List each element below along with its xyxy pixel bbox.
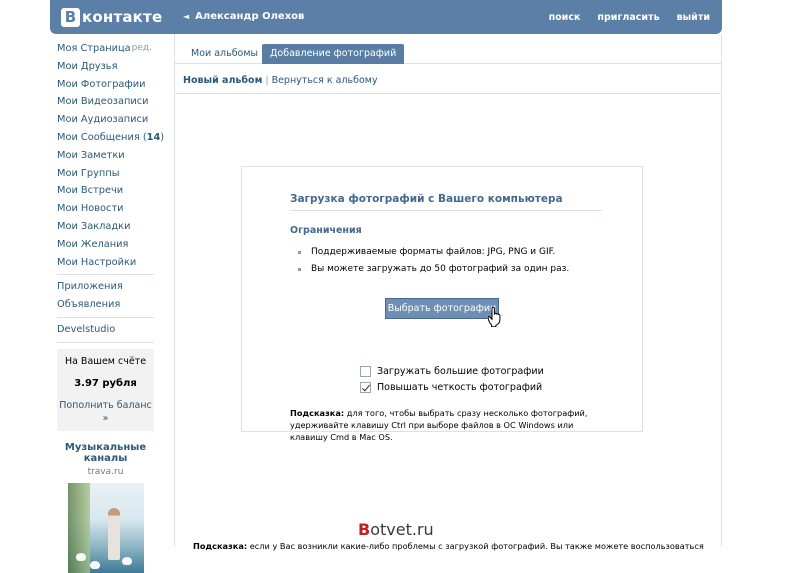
sidebar-item-develstudio[interactable]: Develstudio xyxy=(57,321,154,339)
watermark-rest: otvet.ru xyxy=(370,520,434,539)
choose-photos-button[interactable]: Выбрать фотографии xyxy=(385,298,499,319)
large-photos-label: Загружать большие фотографии xyxy=(377,365,544,377)
ad-image[interactable] xyxy=(67,482,144,573)
balance-value: 3.97 рубля xyxy=(74,377,137,389)
upload-panel: Загрузка фотографий с Вашего компьютера … xyxy=(241,166,643,442)
sidebar-item-videos[interactable]: Мои Видеозаписи xyxy=(57,93,154,111)
upload-hint: Подсказка: для того, чтобы выбрать сразу… xyxy=(290,407,590,443)
edit-link[interactable]: ред. xyxy=(132,40,152,58)
large-photos-option[interactable]: Загружать большие фотографии xyxy=(360,364,544,378)
sidebar-item-notes[interactable]: Мои Заметки xyxy=(57,147,154,165)
sidebar-item-label: Моя Страница xyxy=(57,43,131,54)
ad-image-figure xyxy=(107,507,120,560)
sidebar-item-label: Мои Желания xyxy=(57,238,129,250)
sidebar-item-label: Мои Сообщения xyxy=(57,131,140,143)
subnav: Новый альбом | Вернуться к альбому xyxy=(175,64,721,94)
sidebar-item-events[interactable]: Мои Встречи xyxy=(57,182,154,200)
search-link[interactable]: поиск xyxy=(549,12,581,23)
logout-link[interactable]: выйти xyxy=(677,12,710,23)
sidebar-item-label: Мои Заметки xyxy=(57,149,125,161)
sidebar-item-label: Мои Фотографии xyxy=(57,78,146,90)
ad-domain: trava.ru xyxy=(87,466,124,477)
sidebar-item-label: Мои Видеозаписи xyxy=(57,96,149,108)
limits-list: Поддерживаемые форматы файлов: JPG, PNG … xyxy=(298,244,569,278)
hand-cursor-icon xyxy=(488,307,501,327)
sidebar-item-label: Develstudio xyxy=(57,323,116,335)
sidebar-divider xyxy=(57,341,154,343)
sidebar-item-news[interactable]: Мои Новости xyxy=(57,200,154,218)
upload-title: Загрузка фотографий с Вашего компьютера xyxy=(290,193,602,211)
swan-shape xyxy=(121,556,132,565)
large-photos-checkbox[interactable] xyxy=(360,365,371,377)
bottom-hint-text: если у Вас возникли какие-либо проблемы … xyxy=(247,541,704,551)
sidebar-item-my-page[interactable]: Моя Страница ред. xyxy=(57,40,154,58)
tab-add-photos[interactable]: Добавление фотографий xyxy=(262,44,405,64)
messages-count: 14 xyxy=(146,131,161,143)
sidebar-item-settings[interactable]: Мои Настройки xyxy=(57,254,154,272)
sidebar-item-messages[interactable]: Мои Сообщения (14) xyxy=(57,129,164,147)
swan-shape xyxy=(75,552,86,561)
sidebar-item-friends[interactable]: Мои Друзья xyxy=(57,58,154,76)
ad-block[interactable]: Музыкальные каналы trava.ru xyxy=(57,442,154,573)
bottom-hint-label: Подсказка: xyxy=(193,541,248,551)
sidebar-item-label: Приложения xyxy=(57,281,123,293)
sharpen-photos-label: Повышать четкость фотографий xyxy=(377,381,543,393)
logo-text: контакте xyxy=(82,8,163,26)
user-name: Александр Олехов xyxy=(195,11,305,22)
sidebar-item-label: Мои Новости xyxy=(57,203,124,215)
sidebar-item-label: Мои Аудиозаписи xyxy=(57,114,149,126)
swan-shape xyxy=(89,560,100,569)
back-to-album-link[interactable]: Вернуться к альбому xyxy=(272,75,378,86)
back-arrow-icon: ◄ xyxy=(183,12,190,21)
sidebar-item-label: Мои Встречи xyxy=(57,185,124,197)
sidebar-item-bookmarks[interactable]: Мои Закладки xyxy=(57,218,154,236)
top-header: В контакте ◄ Александр Олехов поиск пригл… xyxy=(50,0,722,34)
balance-title: На Вашем счёте xyxy=(64,355,147,367)
sidebar-item-photos[interactable]: Мои Фотографии xyxy=(57,76,154,94)
sharpen-photos-option[interactable]: Повышать четкость фотографий xyxy=(360,380,542,394)
subnav-separator: | xyxy=(265,75,269,86)
sidebar-item-label: Мои Группы xyxy=(57,167,120,179)
sidebar-item-apps[interactable]: Приложения xyxy=(57,278,154,296)
top-up-balance-link[interactable]: Пополнить баланс » xyxy=(57,399,154,425)
watermark: Botvet.ru xyxy=(358,520,434,539)
limit-item: Вы можете загружать до 50 фотографий за … xyxy=(298,261,569,278)
sidebar-item-label: Объявления xyxy=(57,299,121,311)
sidebar-item-groups[interactable]: Мои Группы xyxy=(57,165,154,183)
sidebar-item-label: Мои Настройки xyxy=(57,256,137,268)
sharpen-photos-checkbox[interactable] xyxy=(360,381,371,393)
top-links: поиск пригласить выйти xyxy=(549,12,710,23)
sidebar-divider xyxy=(57,274,154,276)
hint-label: Подсказка: xyxy=(290,408,345,418)
sidebar-item-audio[interactable]: Мои Аудиозаписи xyxy=(57,111,154,129)
logo-letter: В xyxy=(61,7,80,27)
invite-link[interactable]: пригласить xyxy=(597,12,659,23)
sidebar-item-label: Мои Закладки xyxy=(57,220,131,232)
sidebar-item-label: Мои Друзья xyxy=(57,60,118,72)
tab-bar: Мои альбомы Добавление фотографий xyxy=(175,34,721,64)
sidebar-divider xyxy=(57,316,154,318)
limits-heading: Ограничения xyxy=(290,225,362,236)
vk-logo[interactable]: В контакте xyxy=(61,7,162,27)
subnav-current: Новый альбом xyxy=(183,75,263,86)
sidebar-item-ads[interactable]: Объявления xyxy=(57,296,154,314)
balance-box: На Вашем счёте 3.97 рубля Пополнить бала… xyxy=(57,348,154,431)
watermark-first-letter: B xyxy=(358,520,371,539)
back-to-user-link[interactable]: ◄ Александр Олехов xyxy=(183,11,304,22)
limit-item: Поддерживаемые форматы файлов: JPG, PNG … xyxy=(298,244,569,261)
main-content: Мои альбомы Добавление фотографий Новый … xyxy=(174,34,722,551)
left-sidebar: Моя Страница ред. Мои Друзья Мои Фотогра… xyxy=(57,40,164,573)
bottom-hint: Подсказка: если у Вас возникли какие-либ… xyxy=(193,541,704,551)
sidebar-item-wishes[interactable]: Мои Желания xyxy=(57,236,154,254)
tab-my-albums[interactable]: Мои альбомы xyxy=(183,44,266,64)
ad-title[interactable]: Музыкальные каналы xyxy=(57,442,154,464)
